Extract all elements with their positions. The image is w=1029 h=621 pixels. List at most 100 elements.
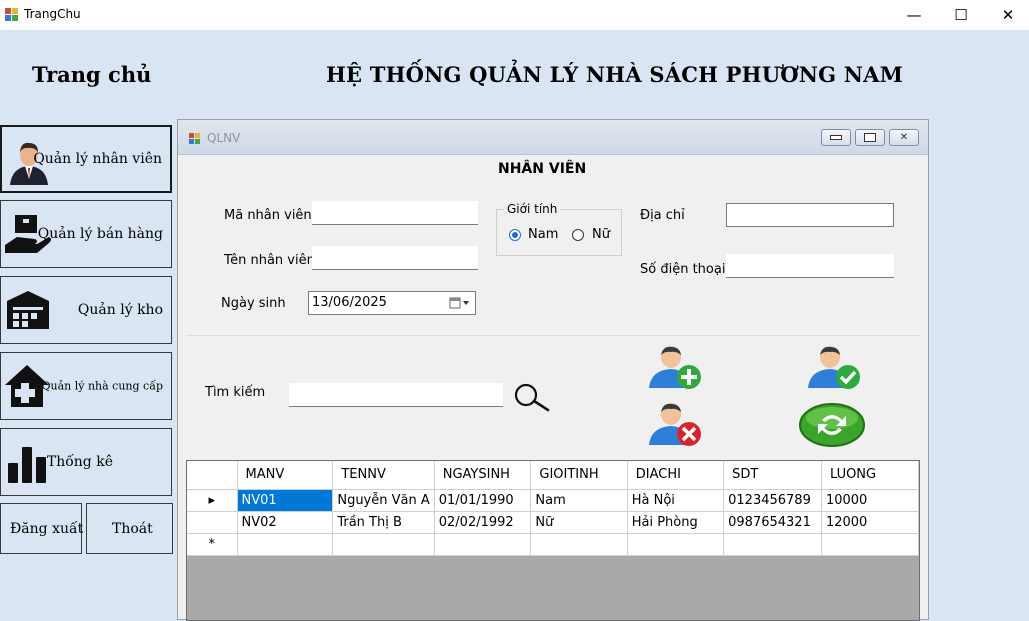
column-header[interactable]: DIACHI bbox=[627, 461, 725, 490]
gender-label: Giới tính bbox=[504, 202, 561, 216]
employee-form-title: QLNV bbox=[207, 131, 241, 145]
maximize-button[interactable]: ☐ bbox=[938, 0, 984, 30]
table-cell[interactable]: 0987654321 bbox=[723, 511, 822, 534]
column-header[interactable]: NGAYSINH bbox=[434, 461, 532, 490]
search-icon[interactable] bbox=[511, 382, 551, 412]
supplier-management-label: Quản lý nhà cung cấp bbox=[41, 379, 163, 393]
phone-input[interactable] bbox=[726, 254, 894, 278]
new-row-indicator-icon[interactable]: * bbox=[187, 533, 238, 556]
employee-name-label: Tên nhân viên bbox=[224, 253, 315, 268]
table-cell[interactable]: 01/01/1990 bbox=[434, 489, 532, 512]
current-row-indicator-icon[interactable]: ▸ bbox=[187, 489, 238, 512]
new-row[interactable]: * bbox=[187, 533, 920, 556]
logout-button[interactable]: Đăng xuất bbox=[0, 503, 84, 554]
employee-management-button[interactable]: Quản lý nhân viên bbox=[0, 125, 172, 193]
employee-id-input[interactable] bbox=[312, 201, 478, 225]
form-heading: NHÂN VIÊN bbox=[498, 161, 587, 177]
section-divider bbox=[186, 335, 920, 336]
form-minimize-button[interactable] bbox=[821, 129, 851, 146]
table-cell[interactable]: NV02 bbox=[237, 511, 334, 534]
table-cell[interactable]: NV01 bbox=[237, 489, 334, 512]
table-row[interactable]: ▸ NV01 Nguyễn Văn A 01/01/1990 Nam Hà Nộ… bbox=[187, 489, 920, 512]
maximize-icon bbox=[864, 133, 876, 142]
address-label: Địa chỉ bbox=[640, 208, 685, 223]
form-icon bbox=[189, 133, 200, 144]
close-icon: ✕ bbox=[1001, 6, 1015, 24]
table-cell[interactable]: Nam bbox=[530, 489, 628, 512]
bar-chart-icon bbox=[8, 447, 46, 483]
sales-management-button[interactable]: Quản lý bán hàng bbox=[0, 200, 172, 268]
employee-form-titlebar: QLNV ✕ bbox=[178, 120, 928, 155]
warehouse-management-button[interactable]: Quản lý kho bbox=[0, 276, 172, 344]
gender-female-label[interactable]: Nữ bbox=[592, 227, 610, 242]
table-cell[interactable]: Hải Phòng bbox=[627, 511, 725, 534]
minimize-icon: — bbox=[906, 6, 922, 24]
close-icon: ✕ bbox=[899, 132, 909, 143]
phone-label: Số điện thoại bbox=[640, 262, 726, 277]
warehouse-management-label: Quản lý kho bbox=[77, 302, 163, 318]
home-heading: Trang chủ bbox=[32, 62, 152, 87]
logout-label: Đăng xuất bbox=[10, 520, 84, 537]
app-icon bbox=[5, 8, 18, 21]
close-button[interactable]: ✕ bbox=[985, 0, 1029, 30]
employee-id-label: Mã nhân viên bbox=[224, 208, 312, 223]
gender-female-radio[interactable] bbox=[572, 229, 584, 241]
column-header[interactable]: GIOITINH bbox=[530, 461, 628, 490]
column-header[interactable]: MANV bbox=[237, 461, 334, 490]
table-cell[interactable]: 12000 bbox=[821, 511, 920, 534]
window-title: TrangChu bbox=[24, 7, 81, 21]
birthdate-value: 13/06/2025 bbox=[312, 295, 387, 310]
gender-male-label[interactable]: Nam bbox=[528, 227, 558, 242]
form-close-button[interactable]: ✕ bbox=[889, 129, 919, 146]
supplier-management-button[interactable]: Quản lý nhà cung cấp bbox=[0, 352, 172, 420]
employee-table: MANV TENNV NGAYSINH GIOITINH DIACHI SDT … bbox=[187, 461, 920, 556]
table-cell[interactable]: Trần Thị B bbox=[332, 511, 435, 534]
column-header[interactable]: TENNV bbox=[332, 461, 435, 490]
column-header[interactable]: SDT bbox=[723, 461, 822, 490]
birthdate-label: Ngày sinh bbox=[221, 296, 286, 311]
confirm-user-icon[interactable] bbox=[804, 346, 864, 390]
table-cell[interactable] bbox=[434, 533, 532, 556]
grid-corner-header bbox=[187, 461, 238, 490]
minimize-button[interactable]: — bbox=[891, 0, 937, 30]
add-user-icon[interactable] bbox=[645, 346, 705, 390]
employee-form-window: QLNV ✕ NHÂN VIÊN Mã nhân viên Tên nhân v… bbox=[177, 119, 929, 621]
table-cell[interactable]: Nữ bbox=[530, 511, 628, 534]
employee-grid[interactable]: MANV TENNV NGAYSINH GIOITINH DIACHI SDT … bbox=[186, 460, 920, 621]
statistics-button[interactable]: Thống kê bbox=[0, 428, 172, 496]
system-title: HỆ THỐNG QUẢN LÝ NHÀ SÁCH PHƯƠNG NAM bbox=[326, 62, 904, 87]
row-header[interactable] bbox=[187, 511, 238, 534]
exit-button[interactable]: Thoát bbox=[86, 503, 173, 554]
window-titlebar: TrangChu — ☐ ✕ bbox=[0, 0, 1029, 30]
table-cell[interactable] bbox=[821, 533, 920, 556]
table-cell[interactable] bbox=[237, 533, 334, 556]
column-header[interactable]: LUONG bbox=[821, 461, 920, 490]
table-cell[interactable]: Nguyễn Văn A bbox=[332, 489, 435, 512]
delete-user-icon[interactable] bbox=[645, 403, 705, 447]
employee-management-label: Quản lý nhân viên bbox=[33, 151, 162, 167]
maximize-icon: ☐ bbox=[954, 6, 968, 24]
statistics-label: Thống kê bbox=[46, 454, 113, 470]
refresh-icon[interactable] bbox=[798, 402, 866, 448]
calendar-dropdown-icon[interactable] bbox=[449, 296, 471, 310]
table-row[interactable]: NV02 Trần Thị B 02/02/1992 Nữ Hải Phòng … bbox=[187, 511, 920, 534]
table-cell[interactable]: 10000 bbox=[821, 489, 920, 512]
gender-male-radio[interactable] bbox=[509, 229, 521, 241]
table-cell[interactable]: Hà Nội bbox=[627, 489, 725, 512]
table-cell[interactable] bbox=[627, 533, 725, 556]
address-input[interactable] bbox=[726, 203, 894, 227]
warehouse-icon bbox=[7, 291, 49, 329]
minimize-icon bbox=[830, 135, 842, 140]
table-cell[interactable] bbox=[723, 533, 822, 556]
employee-name-input[interactable] bbox=[312, 246, 478, 270]
sales-management-label: Quản lý bán hàng bbox=[37, 226, 163, 242]
table-cell[interactable] bbox=[332, 533, 435, 556]
table-cell[interactable]: 0123456789 bbox=[723, 489, 822, 512]
birthdate-picker[interactable]: 13/06/2025 bbox=[308, 291, 476, 315]
search-input[interactable] bbox=[289, 383, 503, 407]
form-maximize-button[interactable] bbox=[855, 129, 885, 146]
search-label: Tìm kiếm bbox=[205, 385, 266, 400]
table-cell[interactable]: 02/02/1992 bbox=[434, 511, 532, 534]
table-cell[interactable] bbox=[530, 533, 628, 556]
exit-label: Thoát bbox=[112, 520, 153, 537]
